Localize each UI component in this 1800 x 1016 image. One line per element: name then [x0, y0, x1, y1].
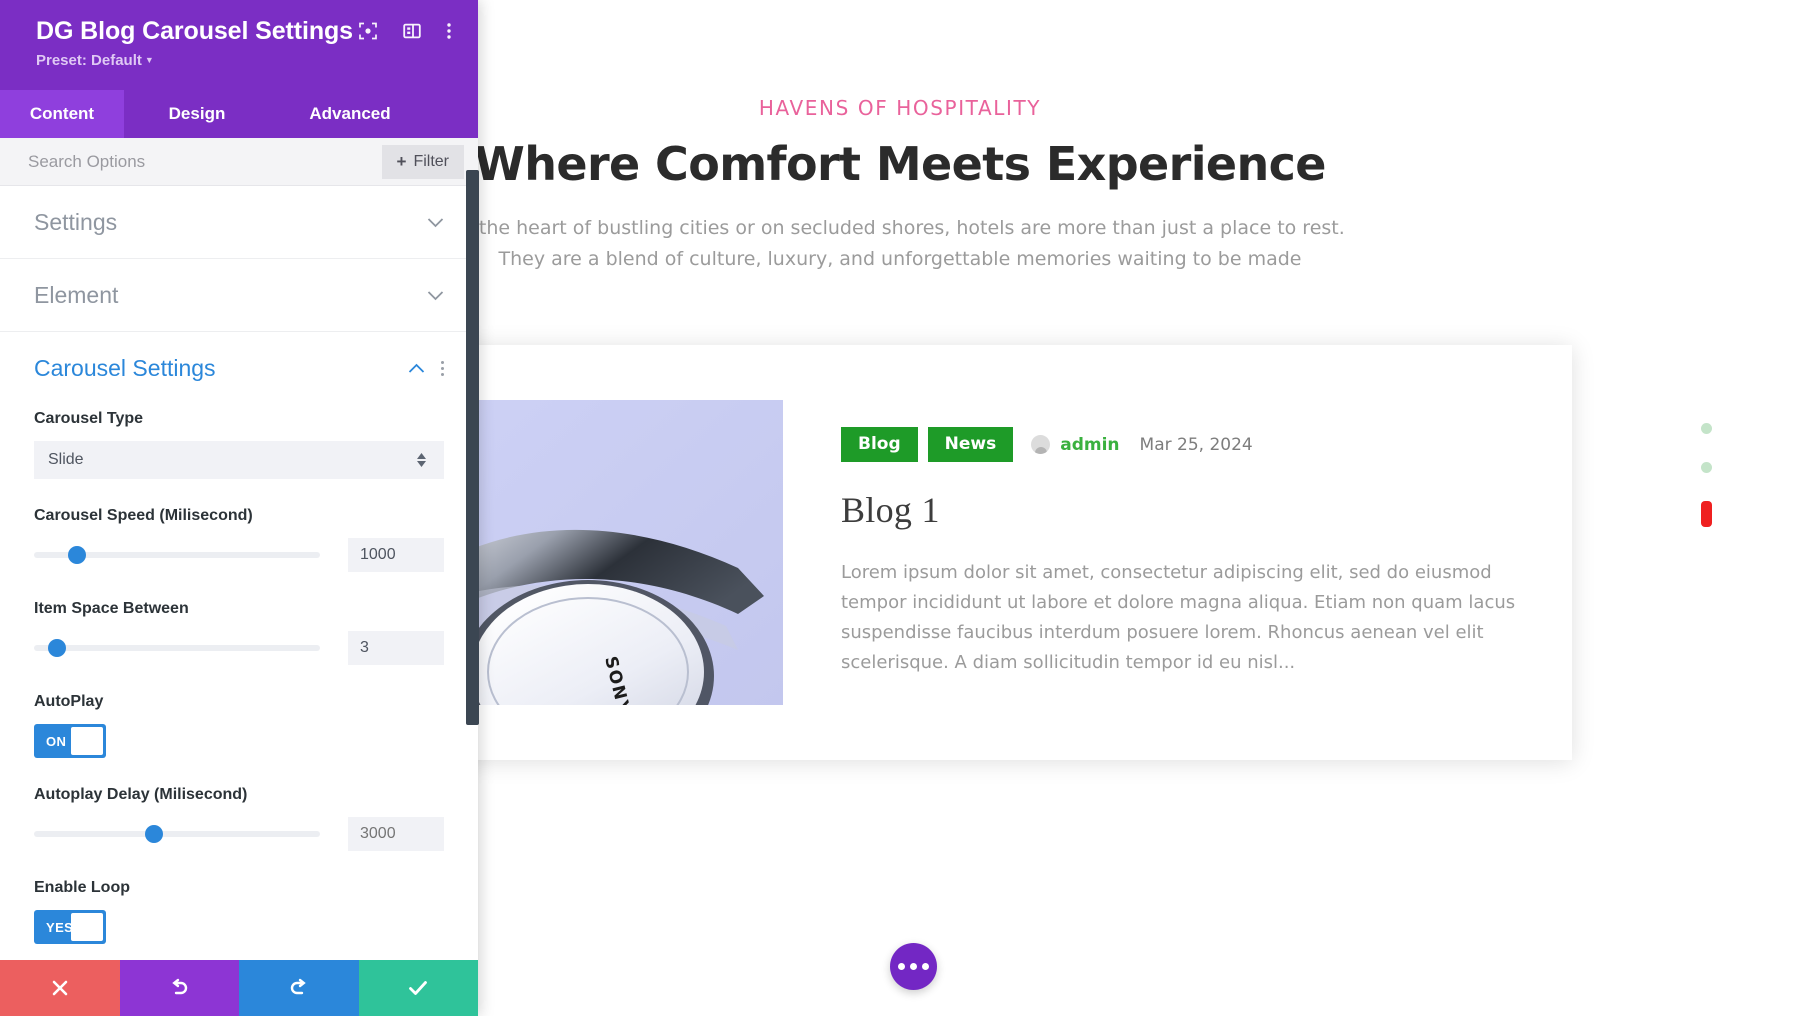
blog-featured-image[interactable]: SONY [438, 400, 783, 705]
search-row: + Filter [0, 138, 478, 186]
accordion-element-header[interactable]: Element [34, 259, 444, 331]
toggle-knob [71, 727, 103, 755]
field-carousel-type: Carousel Type Slide [34, 410, 444, 479]
cancel-button[interactable] [0, 960, 120, 1016]
field-carousel-speed-label: Carousel Speed (Milisecond) [34, 507, 253, 524]
carousel-speed-slider-handle[interactable] [67, 546, 86, 564]
accordion-carousel-settings-label: Carousel Settings [34, 354, 216, 381]
tab-content[interactable]: Content [0, 90, 124, 138]
accordion-carousel-settings: Carousel Settings Carousel Type Slide Ca… [0, 332, 478, 960]
tab-design[interactable]: Design [124, 90, 270, 138]
toggle-knob [71, 913, 103, 941]
carousel-marker-dot-2[interactable] [1701, 462, 1712, 473]
field-autoplay-delay: Autoplay Delay (Milisecond) [34, 786, 444, 851]
panel-title: DG Blog Carousel Settings [36, 17, 353, 45]
save-button[interactable] [358, 960, 478, 1016]
plus-icon: + [396, 152, 407, 171]
accordion-settings: Settings [0, 186, 478, 259]
panel-action-bar [0, 960, 478, 1016]
accordion-settings-label: Settings [34, 208, 118, 235]
carousel-speed-slider[interactable] [34, 546, 320, 564]
blog-meta-row: Blog News admin Mar 25, 2024 [841, 427, 1526, 462]
more-options-button[interactable] [890, 943, 937, 990]
chevron-up-icon [408, 363, 425, 373]
more-vertical-icon[interactable] [446, 21, 452, 46]
panel-scroll-area[interactable]: Settings Element Carousel Settings Carou… [0, 186, 478, 960]
carousel-marker-dot-1[interactable] [1701, 423, 1712, 434]
preset-selector[interactable]: Preset: Default ▼ [36, 52, 452, 69]
blog-card-body: Blog News admin Mar 25, 2024 Blog 1 Lore… [783, 427, 1572, 678]
sort-arrows-icon [417, 453, 430, 467]
field-enable-loop-label: Enable Loop [34, 879, 130, 896]
editor-root: HAVENS OF HOSPITALITY Where Comfort Meet… [0, 0, 1800, 1016]
editor-scrollbar[interactable] [466, 170, 479, 725]
carousel-settings-fields: Carousel Type Slide Carousel Speed (Mili… [34, 404, 444, 960]
autoplay-delay-slider-handle[interactable] [145, 825, 164, 843]
item-space-slider-handle[interactable] [47, 639, 66, 657]
focus-target-icon[interactable] [358, 21, 378, 46]
preset-label: Preset: Default [36, 52, 142, 69]
carousel-type-value: Slide [48, 451, 84, 468]
undo-button[interactable] [119, 960, 239, 1016]
chevron-down-icon: ▼ [144, 55, 154, 65]
category-badge-blog[interactable]: Blog [841, 427, 918, 462]
panel-header: DG Blog Carousel Settings Preset: Defaul… [0, 0, 478, 90]
tab-advanced[interactable]: Advanced [270, 90, 430, 138]
field-carousel-type-label: Carousel Type [34, 410, 144, 427]
module-settings-panel: DG Blog Carousel Settings Preset: Defaul… [0, 0, 478, 1016]
avatar-icon [1031, 435, 1051, 454]
blog-author[interactable]: admin [1060, 435, 1119, 455]
accordion-element-label: Element [34, 281, 119, 308]
blog-card[interactable]: SONY Blog News admin Mar 25, 2024 Blog 1 [420, 345, 1712, 760]
enable-loop-toggle-state: YES [46, 919, 74, 935]
carousel-speed-input[interactable] [348, 538, 444, 572]
redo-arrow-icon [290, 978, 306, 995]
autoplay-delay-input[interactable] [348, 817, 444, 851]
field-autoplay: AutoPlay ON [34, 693, 444, 758]
autoplay-toggle-state: ON [46, 733, 67, 749]
panel-tabs: Content Design Advanced [0, 90, 478, 138]
accordion-options-icon[interactable] [441, 360, 444, 376]
dot-1 [898, 963, 905, 970]
accordion-carousel-settings-header[interactable]: Carousel Settings [34, 332, 444, 404]
check-icon [409, 981, 428, 995]
chevron-down-icon [427, 217, 444, 227]
filter-button-label: Filter [413, 152, 449, 170]
autoplay-toggle[interactable]: ON [34, 724, 106, 758]
hero-subtitle: In the heart of bustling cities or on se… [455, 217, 1345, 270]
field-item-space-between-label: Item Space Between [34, 600, 189, 617]
item-space-input[interactable] [348, 631, 444, 665]
carousel-type-select[interactable]: Slide [34, 441, 444, 479]
field-item-space-between: Item Space Between [34, 600, 444, 665]
field-autoplay-delay-label: Autoplay Delay (Milisecond) [34, 786, 248, 803]
x-icon [52, 980, 68, 996]
item-space-slider[interactable] [34, 639, 320, 657]
carousel-markers [1701, 423, 1712, 527]
chevron-down-icon [427, 290, 444, 300]
search-input[interactable] [28, 151, 382, 172]
blog-carousel[interactable]: SONY Blog News admin Mar 25, 2024 Blog 1 [420, 345, 1712, 760]
dot-3 [922, 963, 929, 970]
undo-arrow-icon [172, 978, 188, 995]
enable-loop-toggle[interactable]: YES [34, 910, 106, 944]
filter-button[interactable]: + Filter [381, 144, 464, 179]
field-enable-loop: Enable Loop YES [34, 879, 444, 944]
panel-layout-icon[interactable] [402, 21, 422, 46]
accordion-element: Element [0, 259, 478, 332]
redo-button[interactable] [239, 960, 359, 1016]
field-autoplay-label: AutoPlay [34, 693, 104, 710]
dot-2 [910, 963, 917, 970]
blog-post-title[interactable]: Blog 1 [841, 488, 1526, 532]
accordion-settings-header[interactable]: Settings [34, 186, 444, 258]
category-badge-news[interactable]: News [927, 427, 1014, 462]
field-carousel-speed: Carousel Speed (Milisecond) [34, 507, 444, 572]
carousel-marker-active[interactable] [1701, 501, 1712, 527]
autoplay-delay-slider[interactable] [34, 825, 320, 843]
blog-date: Mar 25, 2024 [1139, 434, 1253, 455]
blog-post-excerpt: Lorem ipsum dolor sit amet, consectetur … [841, 562, 1516, 673]
